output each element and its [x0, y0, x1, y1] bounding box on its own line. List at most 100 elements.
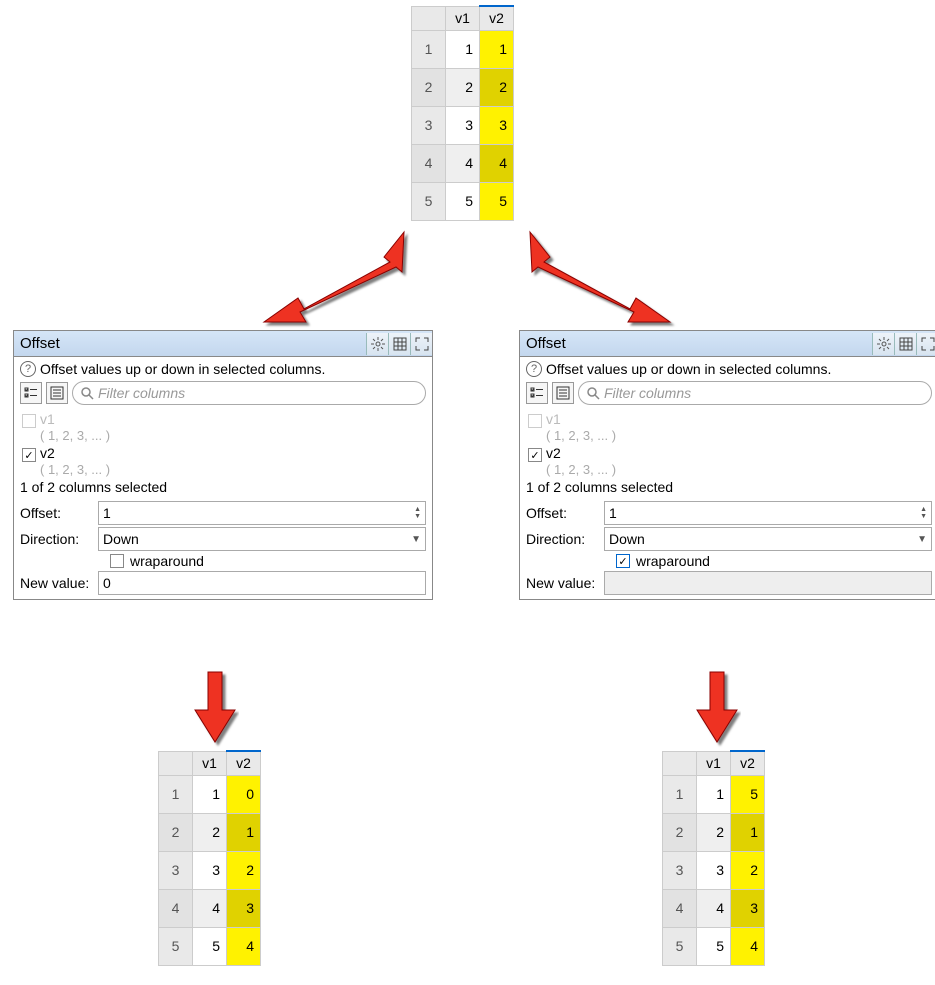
row-header[interactable]: 3 — [412, 106, 446, 144]
cell[interactable]: 4 — [697, 889, 731, 927]
column-checkbox[interactable] — [528, 414, 542, 428]
cell-highlighted[interactable]: 1 — [227, 813, 261, 851]
selection-summary: 1 of 2 columns selected — [526, 477, 932, 499]
row-header[interactable]: 3 — [159, 851, 193, 889]
select-none-icon[interactable] — [46, 382, 68, 404]
cell[interactable]: 4 — [446, 144, 480, 182]
row-header[interactable]: 2 — [159, 813, 193, 851]
cell-highlighted[interactable]: 1 — [480, 30, 514, 68]
offset-spinner[interactable]: 1▲▼ — [98, 501, 426, 525]
cell-highlighted[interactable]: 4 — [731, 927, 765, 965]
cell-highlighted[interactable]: 3 — [227, 889, 261, 927]
column-header[interactable]: v2 — [227, 751, 261, 775]
cell-highlighted[interactable]: 2 — [480, 68, 514, 106]
cell-highlighted[interactable]: 5 — [731, 775, 765, 813]
column-item-v2: ✓v2( 1, 2, 3, ... ) — [526, 443, 932, 477]
column-header[interactable]: v2 — [731, 751, 765, 775]
panel-title: Offset — [14, 335, 366, 352]
row-header[interactable]: 4 — [663, 889, 697, 927]
wraparound-label: wraparound — [130, 553, 204, 569]
panel-titlebar: Offset — [520, 331, 935, 357]
column-preview: ( 1, 2, 3, ... ) — [546, 428, 616, 443]
row-header[interactable]: 1 — [412, 30, 446, 68]
direction-dropdown[interactable]: Down▼ — [604, 527, 932, 551]
row-header[interactable]: 1 — [663, 775, 697, 813]
column-header[interactable]: v2 — [480, 6, 514, 30]
row-header[interactable]: 4 — [412, 144, 446, 182]
filter-columns-input[interactable]: Filter columns — [72, 381, 426, 405]
data-grid[interactable]: v1v2110221332443554 — [158, 750, 261, 966]
cell-highlighted[interactable]: 4 — [227, 927, 261, 965]
column-preview: ( 1, 2, 3, ... ) — [40, 428, 110, 443]
cell[interactable]: 3 — [193, 851, 227, 889]
data-grid[interactable]: v1v2111222333444555 — [411, 5, 514, 221]
column-checkbox[interactable]: ✓ — [22, 448, 36, 462]
cell-highlighted[interactable]: 5 — [480, 182, 514, 220]
help-icon[interactable]: ? — [20, 361, 36, 377]
grid-icon[interactable] — [388, 333, 410, 355]
row-header[interactable]: 5 — [412, 182, 446, 220]
help-icon[interactable]: ? — [526, 361, 542, 377]
offset-label: Offset: — [526, 505, 604, 521]
column-name: v2 — [546, 445, 561, 461]
column-header[interactable]: v1 — [193, 751, 227, 775]
cell[interactable]: 1 — [697, 775, 731, 813]
column-checkbox[interactable]: ✓ — [528, 448, 542, 462]
cell[interactable]: 1 — [193, 775, 227, 813]
cell[interactable]: 3 — [697, 851, 731, 889]
column-header[interactable]: v1 — [697, 751, 731, 775]
grid-icon[interactable] — [894, 333, 916, 355]
cell-highlighted[interactable]: 4 — [480, 144, 514, 182]
cell[interactable]: 3 — [446, 106, 480, 144]
cell[interactable]: 5 — [446, 182, 480, 220]
grid-corner — [663, 751, 697, 775]
column-name: v2 — [40, 445, 55, 461]
cell-highlighted[interactable]: 3 — [731, 889, 765, 927]
offset-spinner[interactable]: 1▲▼ — [604, 501, 932, 525]
data-grid[interactable]: v1v2115221332443554 — [662, 750, 765, 966]
offset-panel-left: Offset?Offset values up or down in selec… — [13, 330, 433, 600]
cell[interactable]: 2 — [446, 68, 480, 106]
column-name: v1 — [40, 411, 55, 427]
cell-highlighted[interactable]: 3 — [480, 106, 514, 144]
row-header[interactable]: 5 — [663, 927, 697, 965]
arrow-down-right — [697, 672, 737, 742]
expand-icon[interactable] — [410, 333, 432, 355]
wraparound-checkbox[interactable]: ✓ — [616, 554, 630, 568]
row-header[interactable]: 2 — [663, 813, 697, 851]
row-header[interactable]: 3 — [663, 851, 697, 889]
cell[interactable]: 1 — [446, 30, 480, 68]
column-checkbox[interactable] — [22, 414, 36, 428]
row-header[interactable]: 4 — [159, 889, 193, 927]
select-none-icon[interactable] — [552, 382, 574, 404]
arrow-to-right — [530, 232, 670, 322]
cell-highlighted[interactable]: 0 — [227, 775, 261, 813]
row-header[interactable]: 5 — [159, 927, 193, 965]
select-all-icon[interactable] — [20, 382, 42, 404]
cell[interactable]: 5 — [697, 927, 731, 965]
row-header[interactable]: 2 — [412, 68, 446, 106]
wraparound-checkbox[interactable] — [110, 554, 124, 568]
row-header[interactable]: 1 — [159, 775, 193, 813]
select-all-icon[interactable] — [526, 382, 548, 404]
column-preview: ( 1, 2, 3, ... ) — [40, 462, 110, 477]
newvalue-input[interactable]: 0 — [98, 571, 426, 595]
column-item-v2: ✓ v2( 1, 2, 3, ... ) — [20, 443, 426, 477]
output-table-left: v1v2110221332443554 — [158, 750, 261, 966]
cell[interactable]: 5 — [193, 927, 227, 965]
cell[interactable]: 4 — [193, 889, 227, 927]
gear-icon[interactable] — [366, 333, 388, 355]
column-name: v1 — [546, 411, 561, 427]
filter-columns-input[interactable]: Filter columns — [578, 381, 932, 405]
input-data-table: v1v2111222333444555 — [411, 5, 514, 221]
expand-icon[interactable] — [916, 333, 935, 355]
cell-highlighted[interactable]: 1 — [731, 813, 765, 851]
cell-highlighted[interactable]: 2 — [731, 851, 765, 889]
cell[interactable]: 2 — [193, 813, 227, 851]
gear-icon[interactable] — [872, 333, 894, 355]
column-header[interactable]: v1 — [446, 6, 480, 30]
cell-highlighted[interactable]: 2 — [227, 851, 261, 889]
cell[interactable]: 2 — [697, 813, 731, 851]
column-item-v1: v1( 1, 2, 3, ... ) — [526, 409, 932, 443]
direction-dropdown[interactable]: Down▼ — [98, 527, 426, 551]
